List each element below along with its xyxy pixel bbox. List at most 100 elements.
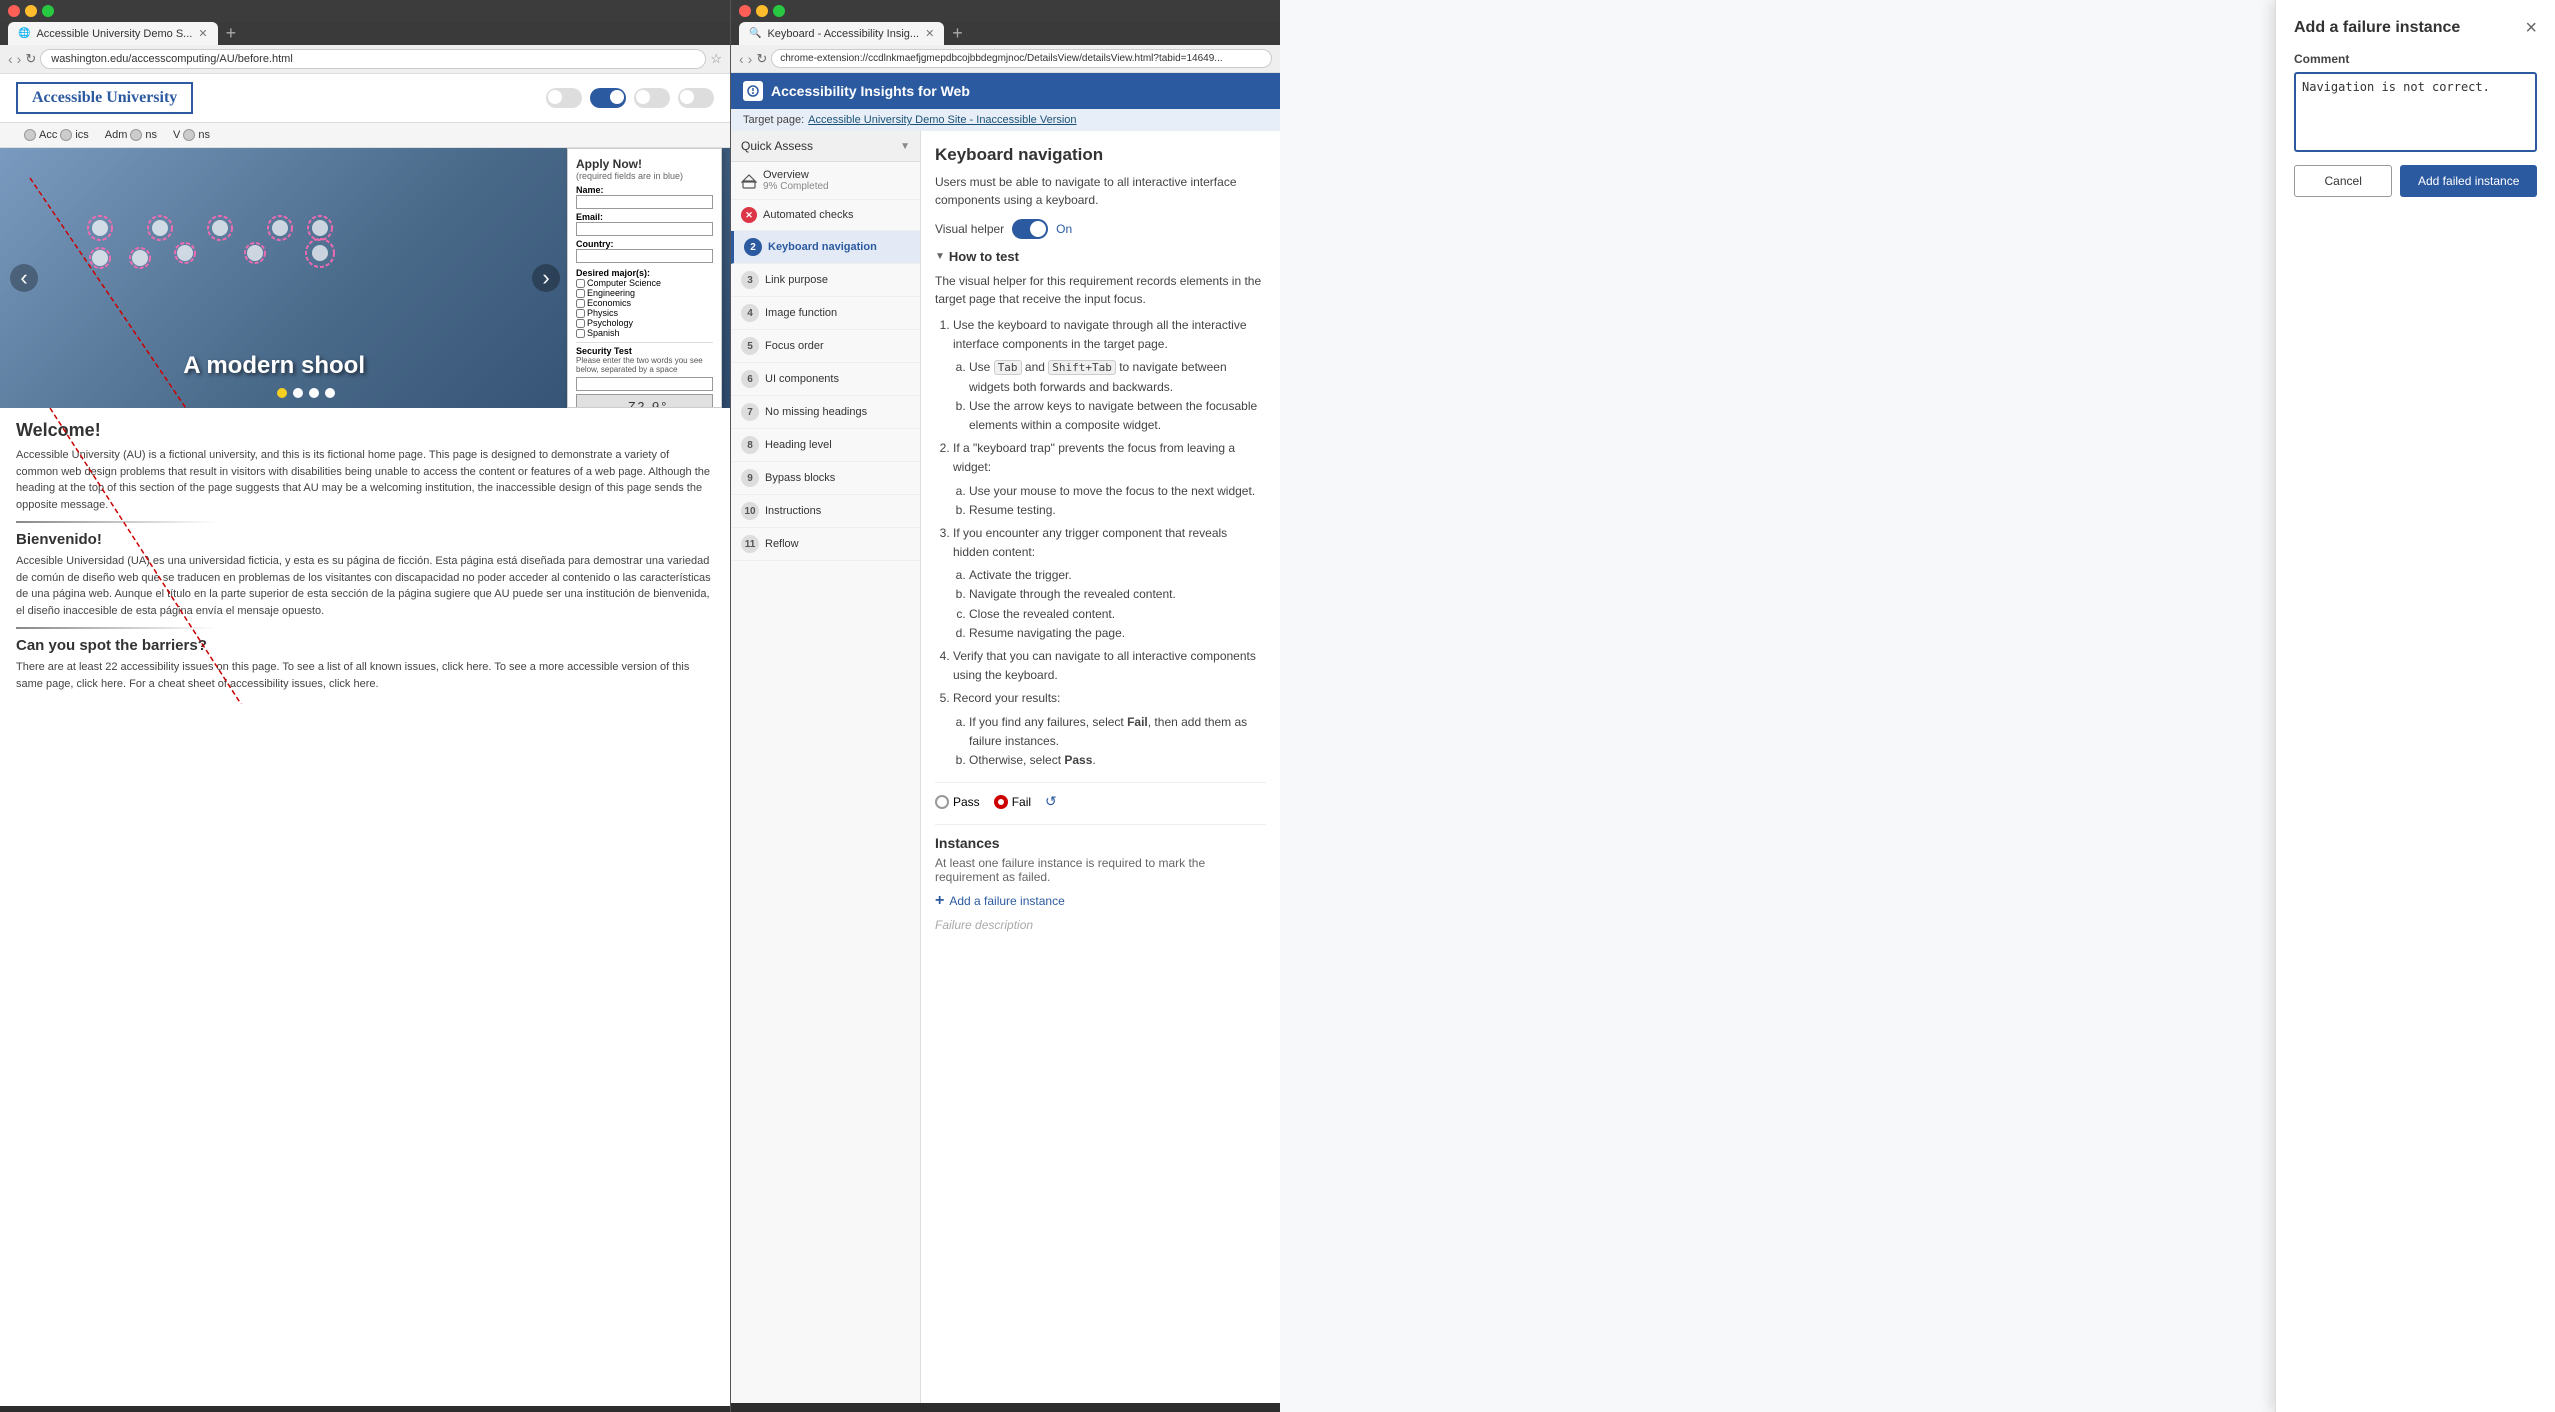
hero-dot-4[interactable] <box>325 388 335 398</box>
middle-tab-close-icon[interactable]: ✕ <box>925 27 934 40</box>
instances-section: Instances At least one failure instance … <box>935 824 1266 932</box>
nav-item-v[interactable]: V ns <box>165 126 218 144</box>
close-panel-button[interactable]: × <box>2525 18 2537 38</box>
name-label: Name: <box>576 185 713 195</box>
au-nav: Acc ics Adm ns V ns <box>0 123 730 148</box>
target-page-link[interactable]: Accessible University Demo Site - Inacce… <box>808 114 1076 126</box>
plus-icon: + <box>935 892 944 910</box>
heading-level-label: Heading level <box>765 439 832 451</box>
panel-actions: Cancel Add failed instance <box>2294 165 2537 197</box>
divider-1 <box>16 521 216 523</box>
home-icon <box>741 173 757 189</box>
how-to-test-header[interactable]: ▼ How to test <box>935 249 1266 264</box>
chevron-down-icon: ▼ <box>935 251 945 262</box>
pass-option[interactable]: Pass <box>935 795 980 809</box>
email-label: Email: <box>576 212 713 222</box>
hero-dot-1[interactable] <box>277 388 287 398</box>
no-missing-headings-label: No missing headings <box>765 406 867 418</box>
ui-components-label: UI components <box>765 373 839 385</box>
fail-option[interactable]: Fail <box>994 795 1031 809</box>
hero-dot-2[interactable] <box>293 388 303 398</box>
quick-assess-arrow: ▼ <box>900 141 910 152</box>
browser-tab[interactable]: 🌐 Accessible University Demo S... ✕ <box>8 22 218 45</box>
visual-helper-state: On <box>1056 222 1072 236</box>
reload-button[interactable]: ↻ <box>25 51 36 67</box>
tab-close-icon[interactable]: ✕ <box>198 27 207 40</box>
link-purpose-label: Link purpose <box>765 274 828 286</box>
add-instance-button[interactable]: + Add a failure instance <box>935 892 1266 910</box>
desired-label: Desired major(s): <box>576 268 713 278</box>
major-psych[interactable] <box>576 319 585 328</box>
nav-item-bypass[interactable]: 9 Bypass blocks <box>731 462 920 495</box>
country-input[interactable] <box>576 249 713 263</box>
nav-item-adm[interactable]: Adm ns <box>97 126 165 144</box>
major-phys[interactable] <box>576 309 585 318</box>
major-cs[interactable] <box>576 279 585 288</box>
nav-item-link[interactable]: 3 Link purpose <box>731 264 920 297</box>
step-3d: Resume navigating the page. <box>969 624 1266 643</box>
hero-next[interactable]: › <box>532 264 560 292</box>
visual-helper-toggle[interactable] <box>1012 219 1048 239</box>
hero-dot-3[interactable] <box>309 388 319 398</box>
name-input[interactable] <box>576 195 713 209</box>
major-span[interactable] <box>576 329 585 338</box>
comment-textarea[interactable]: Navigation is not correct. <box>2294 72 2537 152</box>
middle-tab[interactable]: 🔍 Keyboard - Accessibility Insig... ✕ <box>739 22 944 45</box>
nav-item-headings[interactable]: 7 No missing headings <box>731 396 920 429</box>
middle-forward[interactable]: › <box>748 51 753 67</box>
focus-order-label: Focus order <box>765 340 824 352</box>
num-6: 6 <box>741 370 759 388</box>
step-3b: Navigate through the revealed content. <box>969 585 1266 604</box>
nav-item-image[interactable]: 4 Image function <box>731 297 920 330</box>
close-dot-2 <box>739 5 751 17</box>
nav-item-instructions[interactable]: 10 Instructions <box>731 495 920 528</box>
nav-item-automated[interactable]: ✕ Automated checks <box>731 200 920 231</box>
major-eng[interactable] <box>576 289 585 298</box>
url-bar[interactable]: washington.edu/accesscomputing/AU/before… <box>40 49 706 69</box>
nav-item-keyboard[interactable]: 2 Keyboard navigation <box>731 231 920 264</box>
nav-item-reflow[interactable]: 11 Reflow <box>731 528 920 561</box>
maximize-dot <box>42 5 54 17</box>
main-desc: Users must be able to navigate to all in… <box>935 173 1266 209</box>
toggle-3[interactable] <box>634 88 670 108</box>
security-desc: Please enter the two words you see below… <box>576 356 713 374</box>
step-1a: Use Tab and Shift+Tab to navigate betwee… <box>969 358 1266 396</box>
nav-item-ui[interactable]: 6 UI components <box>731 363 920 396</box>
au-hero: ‹ › A modern shool Apply Now! (required … <box>0 148 730 408</box>
toggle-4[interactable] <box>678 88 714 108</box>
nav-item-heading-level[interactable]: 8 Heading level <box>731 429 920 462</box>
reflow-label: Reflow <box>765 538 799 550</box>
add-failed-instance-button[interactable]: Add failed instance <box>2400 165 2537 197</box>
bookmark-icon: ☆ <box>710 51 722 67</box>
refresh-icon[interactable]: ↺ <box>1045 793 1057 810</box>
nav-item-overview[interactable]: Overview 9% Completed <box>731 162 920 200</box>
middle-new-tab-button[interactable]: + <box>946 23 969 44</box>
maximize-dot-2 <box>773 5 785 17</box>
back-button[interactable]: ‹ <box>8 51 13 67</box>
toggle-1[interactable] <box>546 88 582 108</box>
quick-assess-item[interactable]: Quick Assess ▼ <box>731 131 920 162</box>
captcha-input[interactable] <box>576 377 713 391</box>
pass-label: Pass <box>953 795 980 809</box>
captcha-display: -72.9° <box>576 394 713 408</box>
num-4: 4 <box>741 304 759 322</box>
cancel-button[interactable]: Cancel <box>2294 165 2392 197</box>
nav-item-focus[interactable]: 5 Focus order <box>731 330 920 363</box>
major-econ[interactable] <box>576 299 585 308</box>
middle-back[interactable]: ‹ <box>739 51 744 67</box>
forward-button[interactable]: › <box>17 51 22 67</box>
panel-header: Add a failure instance × <box>2294 18 2537 38</box>
num-2: 2 <box>744 238 762 256</box>
middle-tab-title: Keyboard - Accessibility Insig... <box>767 28 919 40</box>
middle-url-bar[interactable]: chrome-extension://ccdlnkmaefjgmepdbcojb… <box>771 49 1272 68</box>
hero-prev[interactable]: ‹ <box>10 264 38 292</box>
email-input[interactable] <box>576 222 713 236</box>
step-2b: Resume testing. <box>969 501 1266 520</box>
middle-reload[interactable]: ↻ <box>756 51 767 67</box>
nav-item-acc[interactable]: Acc ics <box>16 126 97 144</box>
toggle-2[interactable] <box>590 88 626 108</box>
au-body: Welcome! Accessible University (AU) is a… <box>0 408 730 704</box>
close-dot <box>8 5 20 17</box>
step-2: If a "keyboard trap" prevents the focus … <box>953 439 1266 520</box>
new-tab-button[interactable]: + <box>220 23 243 44</box>
